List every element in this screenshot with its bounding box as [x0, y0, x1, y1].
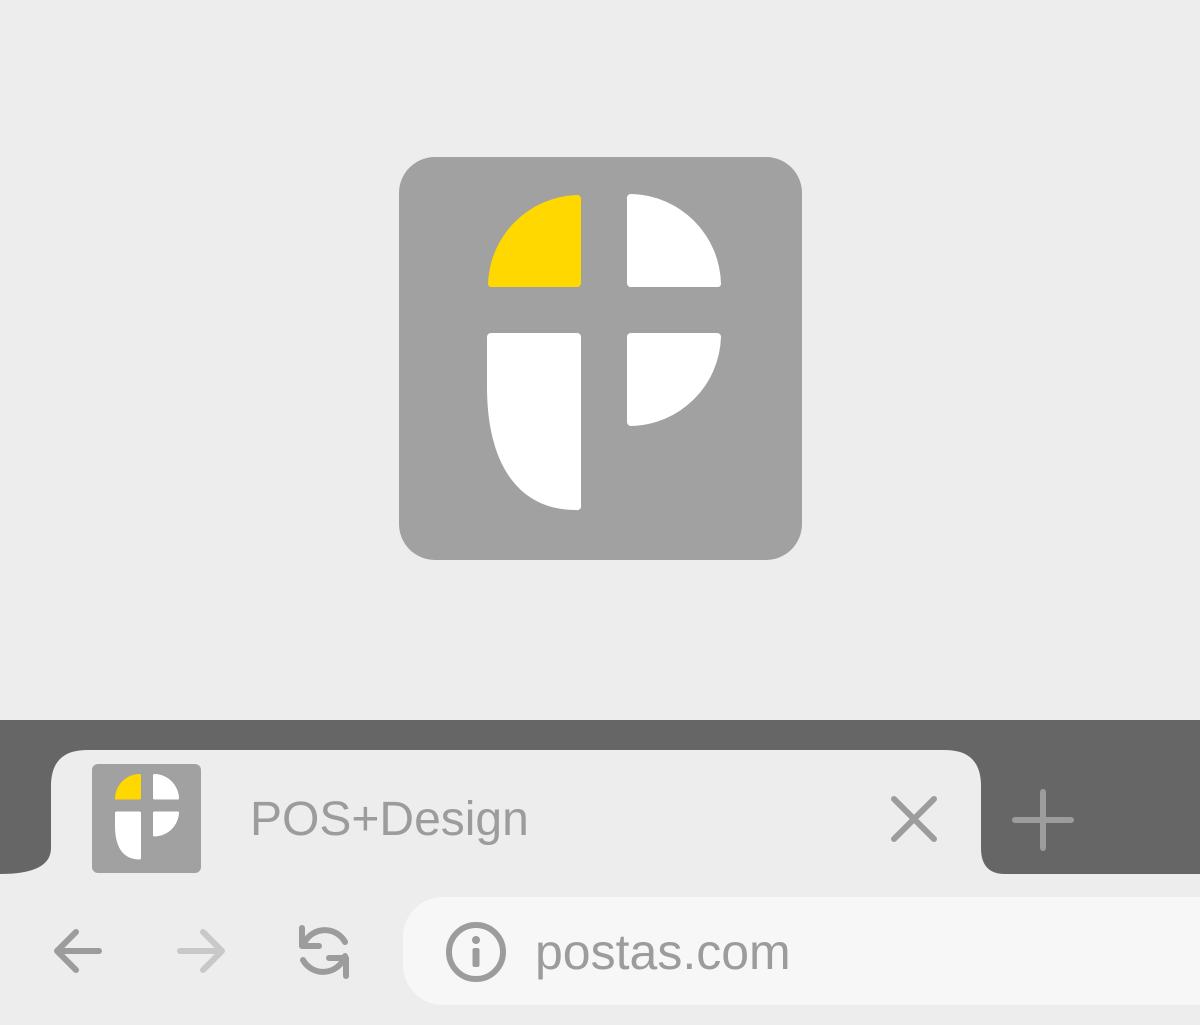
page: POS+Design postas.com: [0, 0, 1200, 1025]
logo-background: [399, 157, 802, 560]
posdesign-logo: [399, 157, 802, 560]
address-bar[interactable]: [403, 897, 1200, 1005]
arrow-right-icon[interactable]: [170, 920, 232, 982]
plus-icon[interactable]: [1010, 787, 1076, 853]
close-icon[interactable]: [884, 789, 944, 849]
tab-title[interactable]: POS+Design: [250, 790, 529, 850]
posdesign-logo-icon: [92, 764, 201, 873]
reload-icon[interactable]: [293, 920, 355, 982]
info-icon[interactable]: [444, 920, 508, 984]
arrow-left-icon[interactable]: [47, 920, 109, 982]
url-text[interactable]: postas.com: [535, 920, 791, 984]
